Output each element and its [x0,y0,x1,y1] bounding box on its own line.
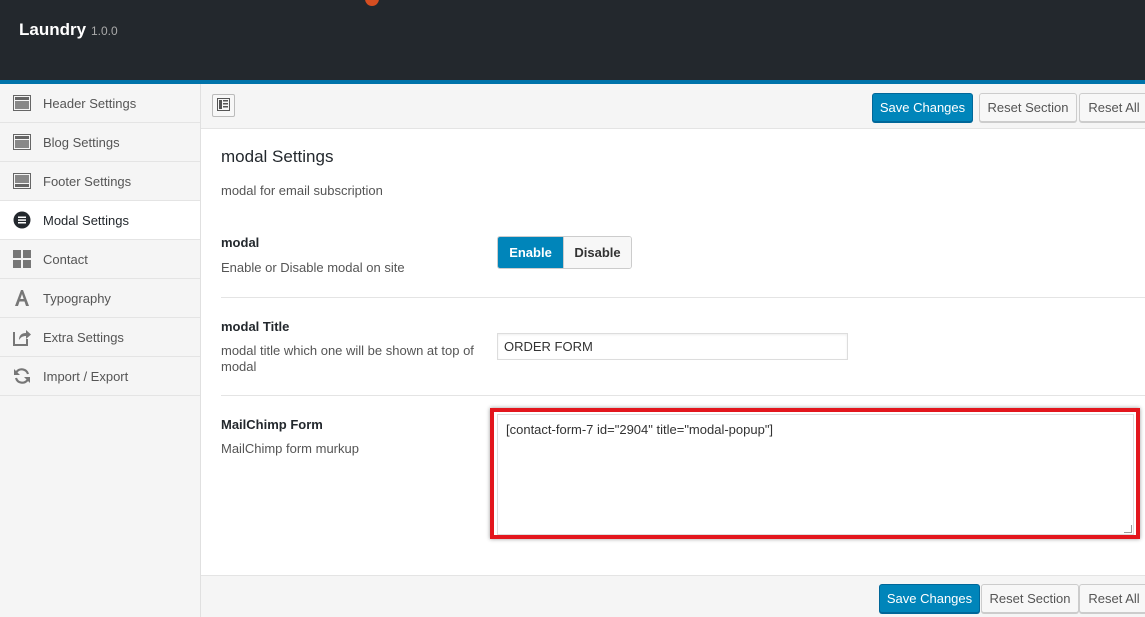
modal-title-field-label: modal Title [221,319,290,334]
divider [221,297,1145,298]
notification-dot [365,0,379,6]
sidebar-item-label: Extra Settings [43,329,124,345]
sidebar-item-label: Contact [43,251,88,267]
modal-title-field-description: modal title which one will be shown at t… [221,343,474,374]
sidebar-item-import-export[interactable]: Import / Export [0,357,200,396]
sidebar-item-contact[interactable]: Contact [0,240,200,279]
mailchimp-form-value: [contact-form-7 id="2904" title="modal-p… [506,422,774,437]
save-changes-button[interactable]: Save Changes [872,93,973,122]
section-description: modal for email subscription [221,183,383,198]
grid-icon [13,250,31,268]
mailchimp-field-description: MailChimp form murkup [221,441,359,456]
sidebar-item-typography[interactable]: Typography [0,279,200,318]
divider [221,395,1145,396]
disable-option[interactable]: Disable [563,237,631,268]
typography-icon [13,289,31,307]
save-changes-button[interactable]: Save Changes [879,584,980,613]
sidebar-item-footer-settings[interactable]: Footer Settings [0,162,200,201]
section-title: modal Settings [221,147,334,166]
top-header: Laundry 1.0.0 [0,0,1145,81]
sidebar-item-label: Modal Settings [43,212,129,228]
list-circle-icon [13,211,31,229]
sidebar-item-label: Typography [43,290,111,306]
mailchimp-form-textarea[interactable]: [contact-form-7 id="2904" title="modal-p… [497,414,1134,535]
layout-icon [13,133,31,151]
reset-all-button[interactable]: Reset All [1079,584,1145,613]
app-title: Laundry [19,20,87,39]
sidebar-item-label: Footer Settings [43,173,132,189]
mailchimp-field-label: MailChimp Form [221,417,323,432]
top-toolbar: Save Changes Reset Section Reset All [201,84,1145,129]
sidebar-item-label: Header Settings [43,95,137,111]
main-panel: Save Changes Reset Section Reset All mod… [201,84,1145,617]
export-icon [13,328,31,346]
modal-toggle: Enable Disable [497,236,632,269]
layout-icon [13,94,31,112]
reset-section-button[interactable]: Reset Section [979,93,1077,122]
sidebar-item-header-settings[interactable]: Header Settings [0,84,200,123]
modal-field-description: Enable or Disable modal on site [221,260,405,275]
sidebar-item-blog-settings[interactable]: Blog Settings [0,123,200,162]
reset-section-button[interactable]: Reset Section [981,584,1079,613]
layout-icon [13,172,31,190]
sidebar-item-label: Import / Export [43,368,129,384]
sidebar-item-label: Blog Settings [43,134,120,150]
bottom-toolbar: Save Changes Reset Section Reset All [201,575,1145,617]
app-version: 1.0.0 [91,24,118,38]
enable-option[interactable]: Enable [498,237,563,268]
sidebar: Header Settings Blog Settings Footer Set… [0,84,201,617]
panel-icon [217,97,230,114]
expand-options-button[interactable] [212,94,235,117]
sidebar-item-modal-settings[interactable]: Modal Settings [0,201,200,240]
refresh-icon [13,367,31,385]
sidebar-item-extra-settings[interactable]: Extra Settings [0,318,200,357]
modal-field-label: modal [221,235,260,250]
resize-handle[interactable] [1124,525,1132,533]
reset-all-button[interactable]: Reset All [1079,93,1145,122]
modal-title-input[interactable]: ORDER FORM [497,333,848,360]
